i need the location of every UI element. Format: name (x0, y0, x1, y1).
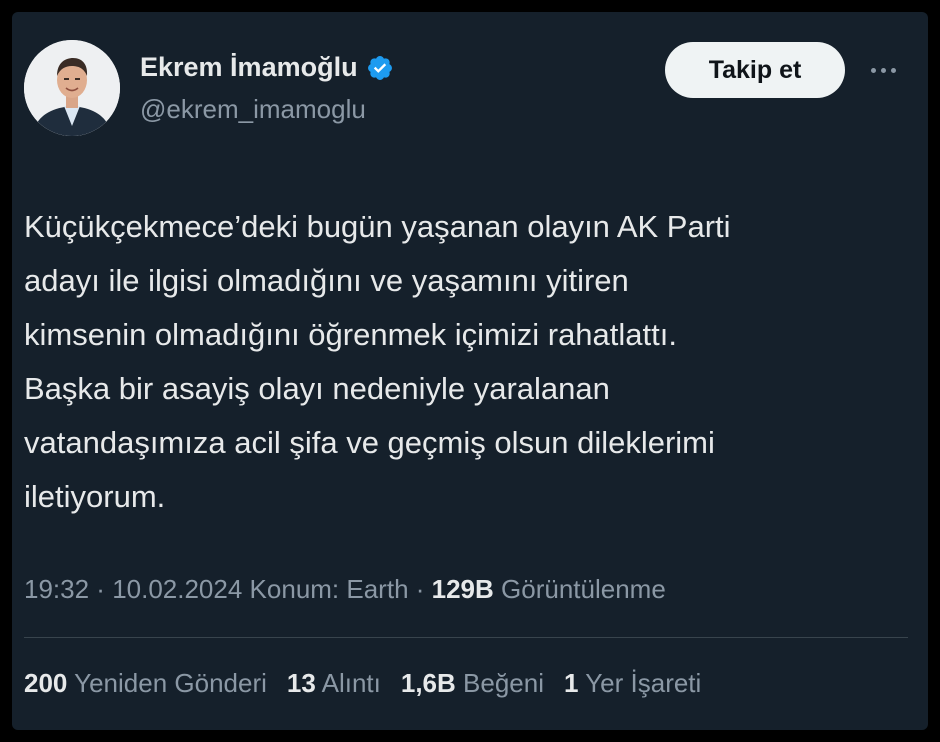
tweet-meta: 19:32 · 10.02.2024 Konum: Earth · 129B G… (24, 574, 666, 605)
bookmarks-count: 1 (563, 668, 579, 698)
user-handle[interactable]: @ekrem_imamoglu (140, 94, 366, 125)
bookmarks-stat[interactable]: 1 Yer İşareti (564, 668, 701, 699)
reposts-stat[interactable]: 200 Yeniden Gönderi (24, 668, 267, 699)
divider (24, 637, 908, 638)
likes-stat[interactable]: 1,6B Beğeni (401, 668, 544, 699)
likes-count: 1,6B (400, 668, 456, 698)
quotes-count: 13 (286, 668, 316, 698)
reposts-count: 200 (24, 668, 68, 698)
views-label: Görüntülenme (493, 574, 666, 604)
avatar[interactable] (24, 40, 120, 136)
likes-label: Beğeni (455, 668, 544, 698)
bookmarks-label: Yer İşareti (578, 668, 702, 698)
verified-badge-icon (367, 55, 392, 80)
tweet-text: Küçükçekmece’deki bugün yaşanan olayın A… (24, 209, 731, 514)
display-name-text: Ekrem İmamoğlu (140, 52, 358, 82)
meta-separator: · (408, 574, 432, 604)
tweet-card: Ekrem İmamoğlu @ekrem_imamoglu Takip et … (12, 12, 928, 730)
tweet-location: Konum: Earth (242, 574, 409, 604)
more-horizontal-icon[interactable] (860, 56, 906, 84)
engagement-stats: 200 Yeniden Gönderi 13 Alıntı 1,6B Beğen… (24, 668, 701, 699)
reposts-label: Yeniden Gönderi (67, 668, 267, 698)
views-count: 129B (431, 574, 494, 604)
quotes-stat[interactable]: 13 Alıntı (287, 668, 381, 699)
tweet-time[interactable]: 19:32 (24, 574, 89, 604)
tweet-date[interactable]: 10.02.2024 (112, 574, 242, 604)
display-name[interactable]: Ekrem İmamoğlu (140, 52, 394, 83)
quotes-label: Alıntı (315, 668, 381, 698)
meta-separator: · (89, 574, 113, 604)
avatar-image (24, 40, 120, 136)
follow-button[interactable]: Takip et (665, 42, 845, 98)
